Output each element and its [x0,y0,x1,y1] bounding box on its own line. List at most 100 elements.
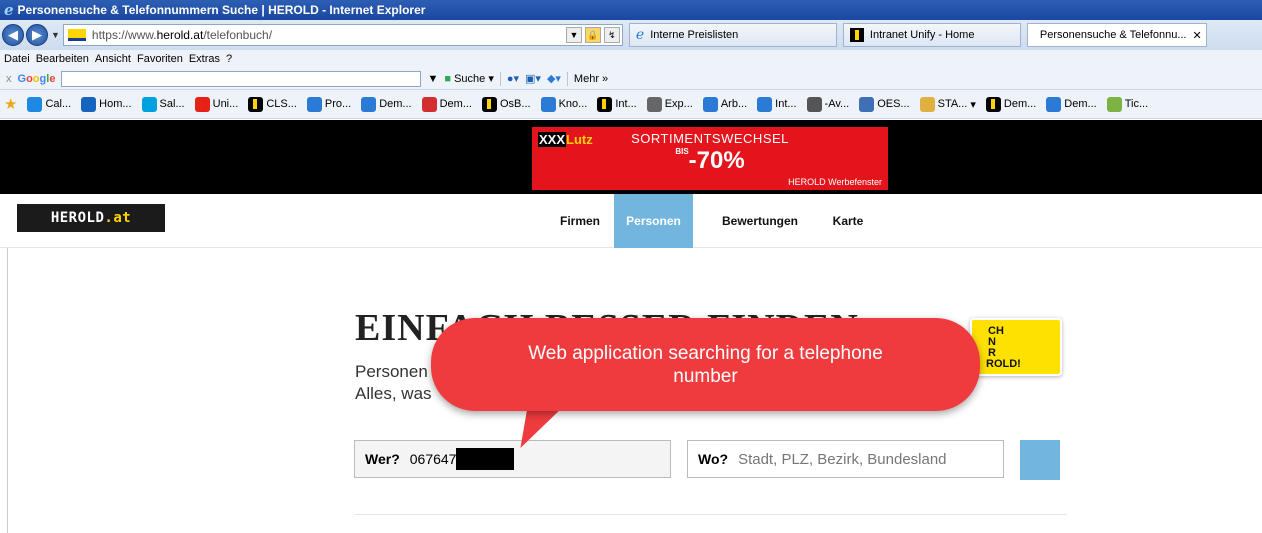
calendar-icon[interactable]: ▣▾ [525,72,541,85]
address-bar[interactable]: https://www.herold.at/telefonbuch/ ▼ 🔒 ↯ [62,24,623,46]
cloud-icon [141,96,157,112]
hero-subtitle-line1: Personen [355,362,428,381]
bookmark-icon [81,96,97,112]
ad-headline: SORTIMENTSWECHSEL [631,131,789,146]
ie-icon [361,96,377,112]
unify-icon [985,96,1001,112]
network-icon [806,96,822,112]
translate-icon[interactable]: ◆▾ [547,72,561,85]
back-button[interactable]: ◀ [2,24,24,46]
nav-firmen[interactable]: Firmen [546,194,614,248]
favorite-item[interactable]: Tic... [1106,96,1148,112]
google-search-input[interactable] [61,70,422,87]
tab-label: Intranet Unify - Home [869,29,975,41]
favorite-folder[interactable]: STA... ▾ [919,96,976,112]
explorer-icon [646,96,662,112]
chevron-down-icon: ▾ [970,98,976,111]
menu-bearbeiten[interactable]: Bearbeiten [36,53,89,65]
menu-bar: Datei Bearbeiten Ansicht Favoriten Extra… [0,50,1262,68]
unify-icon [248,96,264,112]
herold-favicon-icon [67,29,86,41]
favorite-item[interactable]: Dem... [985,96,1036,112]
google-search-dropdown-icon[interactable]: ▼ [427,73,438,85]
window-titlebar: e Personensuche & Telefonnummern Suche |… [0,0,1262,20]
google-search-button[interactable]: ■ Suche ▾ [444,72,494,85]
tab-interne-preislisten[interactable]: e Interne Preislisten [628,23,837,47]
forward-button[interactable]: ▶ [26,24,48,46]
promo-badge: CH N R ROLD! [970,318,1062,376]
wer-input-value[interactable]: 067647 [410,451,457,467]
ad-banner: XXXLutz SORTIMENTSWECHSEL BIS-70% HEROLD… [0,120,1262,194]
toolbar-divider [499,71,501,86]
favorite-item[interactable]: Dem... [1046,96,1097,112]
history-dropdown-icon[interactable]: ▼ [51,30,60,40]
ie-icon [1046,96,1062,112]
menu-ansicht[interactable]: Ansicht [95,53,131,65]
address-row: ◀ ▶ ▼ https://www.herold.at/telefonbuch/… [0,20,1262,50]
favorite-item[interactable]: Cal... [27,96,71,112]
ticket-icon [1106,96,1122,112]
window-title: Personensuche & Telefonnummern Suche | H… [17,3,426,17]
wer-label: Wer? [365,451,400,467]
favorite-item[interactable]: Dem... [361,96,412,112]
add-favorite-star-icon[interactable]: ★ [4,95,17,113]
video-icon [194,96,210,112]
favorite-item[interactable]: OsB... [482,96,531,112]
nav-personen[interactable]: Personen [614,194,693,248]
tab-label: Personensuche & Telefonnu... [1039,29,1187,41]
divider [355,514,1067,515]
ie-icon [306,96,322,112]
menu-extras[interactable]: Extras [189,53,220,65]
menu-help[interactable]: ? [226,53,232,65]
favorite-item[interactable]: Kno... [540,96,587,112]
people-icon [859,96,875,112]
wo-input[interactable] [738,450,979,468]
opera-icon [421,96,437,112]
favorite-item[interactable]: CLS... [248,96,297,112]
favorite-item[interactable]: Sal... [141,96,185,112]
favorite-item[interactable]: -Av... [806,96,849,112]
unify-icon [597,96,613,112]
favorite-item[interactable]: OES... [859,96,910,112]
favorite-item[interactable]: Exp... [646,96,693,112]
left-border [7,248,8,533]
wo-label: Wo? [698,451,729,467]
search-button[interactable] [1020,440,1060,480]
favorite-item[interactable]: Int... [597,96,637,112]
unify-icon [849,28,864,42]
favorite-item[interactable]: Pro... [306,96,351,112]
ad-caption: HEROLD Werbefenster [788,177,882,187]
favorite-item[interactable]: Uni... [194,96,238,112]
menu-datei[interactable]: Datei [4,53,30,65]
tab-personensuche[interactable]: Personensuche & Telefonnu... ✕ [1026,23,1207,47]
more-button[interactable]: Mehr » [574,73,608,85]
site-header: HEROLD .at Firmen Personen Bewertungen Ka… [0,194,1262,248]
lock-icon[interactable]: 🔒 [584,27,601,43]
close-tab-icon[interactable]: ✕ [1193,29,1202,42]
nav-karte[interactable]: Karte [820,194,876,248]
tab-intranet-unify[interactable]: Intranet Unify - Home [842,23,1021,47]
favorite-item[interactable]: Hom... [81,96,132,112]
internet-explorer-icon: e [4,1,14,19]
close-toolbar-icon[interactable]: x [6,73,12,85]
favorite-item[interactable]: Dem... [421,96,472,112]
menu-favoriten[interactable]: Favoriten [137,53,183,65]
tab-label: Interne Preislisten [650,29,739,41]
ad-box[interactable]: XXXLutz SORTIMENTSWECHSEL BIS-70% HEROLD… [532,127,888,190]
globe-icon[interactable]: ●▾ [507,72,519,85]
address-url[interactable]: https://www.herold.at/telefonbuch/ [92,28,272,42]
google-logo: Google [17,72,56,85]
herold-logo[interactable]: HEROLD .at [17,204,165,232]
nav-bewertungen[interactable]: Bewertungen [706,194,814,248]
callout-text: Web application searching for a telephon… [528,343,883,387]
ie-icon [702,96,718,112]
favorite-item[interactable]: Int... [757,96,797,112]
wo-field[interactable]: Wo? [687,440,1004,478]
compatibility-icon[interactable]: ↯ [603,27,620,43]
favorite-item[interactable]: Arb... [702,96,747,112]
redaction-block [456,448,515,470]
google-toolbar: x Google ▼ ■ Suche ▾ ●▾ ▣▾ ◆▾ Mehr » [0,68,1262,90]
address-dropdown-icon[interactable]: ▼ [565,27,582,43]
bookmark-icon [27,96,43,112]
unify-icon [482,96,497,112]
